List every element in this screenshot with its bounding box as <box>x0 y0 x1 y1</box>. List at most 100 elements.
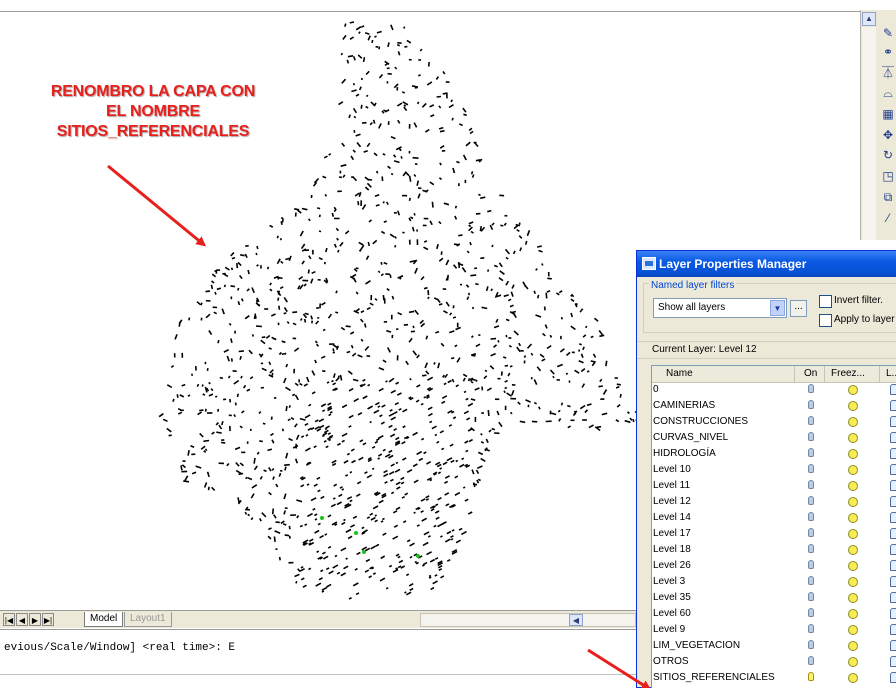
layer-name[interactable]: OTROS <box>653 654 689 670</box>
lock-icon[interactable] <box>890 656 896 667</box>
layer-row[interactable]: Level 11 <box>652 478 896 494</box>
apply-to-layers-checkbox[interactable] <box>819 314 832 327</box>
layer-row[interactable]: LIM_VEGETACION <box>652 638 896 654</box>
layer-name[interactable]: HIDROLOGÍA <box>653 446 716 462</box>
layer-row[interactable]: Level 18 <box>652 542 896 558</box>
sun-icon[interactable] <box>848 609 858 619</box>
lightbulb-icon[interactable] <box>808 432 814 441</box>
lightbulb-icon[interactable] <box>808 576 814 585</box>
vertical-scrollbar[interactable] <box>862 27 876 240</box>
layer-row[interactable]: Level 12 <box>652 494 896 510</box>
layer-row[interactable]: Level 3 <box>652 574 896 590</box>
lock-icon[interactable] <box>890 528 896 539</box>
sun-icon[interactable] <box>848 417 858 427</box>
layer-row[interactable]: CURVAS_NIVEL <box>652 430 896 446</box>
tab-model[interactable]: Model <box>84 612 124 627</box>
scroll-up-button[interactable]: ▲ <box>862 12 876 26</box>
lock-icon[interactable] <box>890 448 896 459</box>
lightbulb-icon[interactable] <box>808 608 814 617</box>
mirror-icon[interactable]: ⏄ <box>881 66 895 80</box>
sun-icon[interactable] <box>848 561 858 571</box>
sun-icon[interactable] <box>848 545 858 555</box>
filter-browse-button[interactable]: ... <box>790 300 807 317</box>
pencil-icon[interactable]: ✎ <box>881 26 895 40</box>
column-on[interactable]: On <box>795 366 825 382</box>
trim-icon[interactable]: ⁄ <box>881 211 895 225</box>
layer-name[interactable]: Level 18 <box>653 542 691 558</box>
sun-icon[interactable] <box>848 513 858 523</box>
prev-tab-icon[interactable]: ◀ <box>16 613 28 626</box>
lock-icon[interactable] <box>890 576 896 587</box>
layer-row[interactable]: Level 17 <box>652 526 896 542</box>
layer-name[interactable]: Level 3 <box>653 574 685 590</box>
lightbulb-icon[interactable] <box>808 512 814 521</box>
layer-name[interactable]: LIM_VEGETACION <box>653 638 740 654</box>
sun-icon[interactable] <box>848 497 858 507</box>
layer-row[interactable]: Level 60 <box>652 606 896 622</box>
filter-dropdown[interactable]: Show all layers ▼ <box>653 298 787 318</box>
lightbulb-icon[interactable] <box>808 448 814 457</box>
layer-row[interactable]: Level 26 <box>652 558 896 574</box>
lightbulb-icon[interactable] <box>808 496 814 505</box>
next-tab-icon[interactable]: ▶ <box>29 613 41 626</box>
layer-name[interactable]: Level 10 <box>653 462 691 478</box>
layer-row[interactable]: SITIOS_REFERENCIALES <box>652 670 896 686</box>
layer-name[interactable]: Level 9 <box>653 622 685 638</box>
command-line[interactable]: evious/Scale/Window] <real time>: E <box>0 629 636 688</box>
lock-icon[interactable] <box>890 512 896 523</box>
layer-row[interactable]: Level 10 <box>652 462 896 478</box>
column-freeze[interactable]: Freez... <box>825 366 880 382</box>
tab-layout1[interactable]: Layout1 <box>124 612 172 627</box>
layer-row[interactable]: CONSTRUCCIONES <box>652 414 896 430</box>
move-icon[interactable]: ✥ <box>881 128 895 142</box>
layer-name[interactable]: Level 12 <box>653 494 691 510</box>
lock-icon[interactable] <box>890 464 896 475</box>
layer-row[interactable]: HIDROLOGÍA <box>652 446 896 462</box>
last-tab-icon[interactable]: ▶| <box>42 613 54 626</box>
layer-row[interactable]: Level 35 <box>652 590 896 606</box>
sun-icon[interactable] <box>848 657 858 667</box>
offset-icon[interactable]: ⌓ <box>881 86 895 100</box>
sun-icon[interactable] <box>848 529 858 539</box>
lightbulb-icon[interactable] <box>808 464 814 473</box>
lightbulb-icon[interactable] <box>808 384 814 393</box>
lock-icon[interactable] <box>890 672 896 683</box>
layer-row[interactable]: OTROS <box>652 654 896 670</box>
lock-icon[interactable] <box>890 640 896 651</box>
lock-icon[interactable] <box>890 384 896 395</box>
sun-icon[interactable] <box>848 673 858 683</box>
lock-icon[interactable] <box>890 624 896 635</box>
sun-icon[interactable] <box>848 449 858 459</box>
sun-icon[interactable] <box>848 625 858 635</box>
lightbulb-icon[interactable] <box>808 560 814 569</box>
layer-name[interactable]: SITIOS_REFERENCIALES <box>653 670 775 686</box>
sun-icon[interactable] <box>848 593 858 603</box>
layer-name[interactable]: Level 14 <box>653 510 691 526</box>
lightbulb-icon[interactable] <box>808 592 814 601</box>
lock-icon[interactable] <box>890 416 896 427</box>
scale-icon[interactable]: ◳ <box>881 169 895 183</box>
lightbulb-icon[interactable] <box>808 528 814 537</box>
layer-name[interactable]: Level 26 <box>653 558 691 574</box>
invert-filter-checkbox[interactable] <box>819 295 832 308</box>
layer-name[interactable]: Level 17 <box>653 526 691 542</box>
sun-icon[interactable] <box>848 481 858 491</box>
rotate-icon[interactable]: ↻ <box>881 148 895 162</box>
lock-icon[interactable] <box>890 480 896 491</box>
lightbulb-icon[interactable] <box>808 624 814 633</box>
dialog-title-bar[interactable]: Layer Properties Manager <box>637 251 896 277</box>
sun-icon[interactable] <box>848 433 858 443</box>
lock-icon[interactable] <box>890 400 896 411</box>
scroll-left-button[interactable]: ◀ <box>569 614 583 626</box>
layer-row[interactable]: CAMINERIAS <box>652 398 896 414</box>
copy-icon[interactable]: ⚭ <box>881 45 895 59</box>
chevron-down-icon[interactable]: ▼ <box>770 300 785 316</box>
layer-name[interactable]: CAMINERIAS <box>653 398 715 414</box>
horizontal-scrollbar[interactable]: ◀ <box>420 613 636 627</box>
column-name[interactable]: Name <box>652 366 795 382</box>
layer-name[interactable]: Level 11 <box>653 478 690 494</box>
lock-icon[interactable] <box>890 432 896 443</box>
lock-icon[interactable] <box>890 496 896 507</box>
layer-row[interactable]: Level 14 <box>652 510 896 526</box>
column-lock[interactable]: L... <box>880 366 896 382</box>
